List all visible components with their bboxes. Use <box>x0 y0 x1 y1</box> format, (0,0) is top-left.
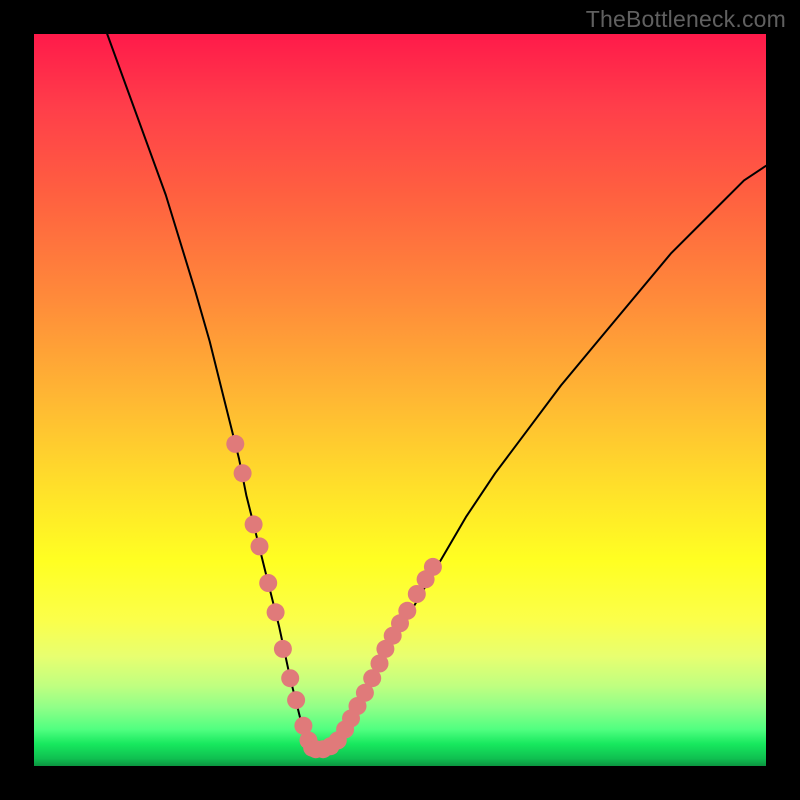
highlight-dot <box>226 435 244 453</box>
highlight-dot <box>274 640 292 658</box>
highlight-dot <box>281 669 299 687</box>
plot-area <box>34 34 766 766</box>
highlight-dot <box>251 537 269 555</box>
highlight-dots <box>226 435 442 758</box>
highlight-dot <box>267 603 285 621</box>
highlight-dot <box>287 691 305 709</box>
highlight-dot <box>245 515 263 533</box>
highlight-dot <box>234 464 252 482</box>
watermark-text: TheBottleneck.com <box>586 6 786 33</box>
highlight-dot <box>398 602 416 620</box>
chart-svg <box>34 34 766 766</box>
highlight-dot <box>424 558 442 576</box>
chart-frame: TheBottleneck.com <box>0 0 800 800</box>
highlight-dot <box>259 574 277 592</box>
